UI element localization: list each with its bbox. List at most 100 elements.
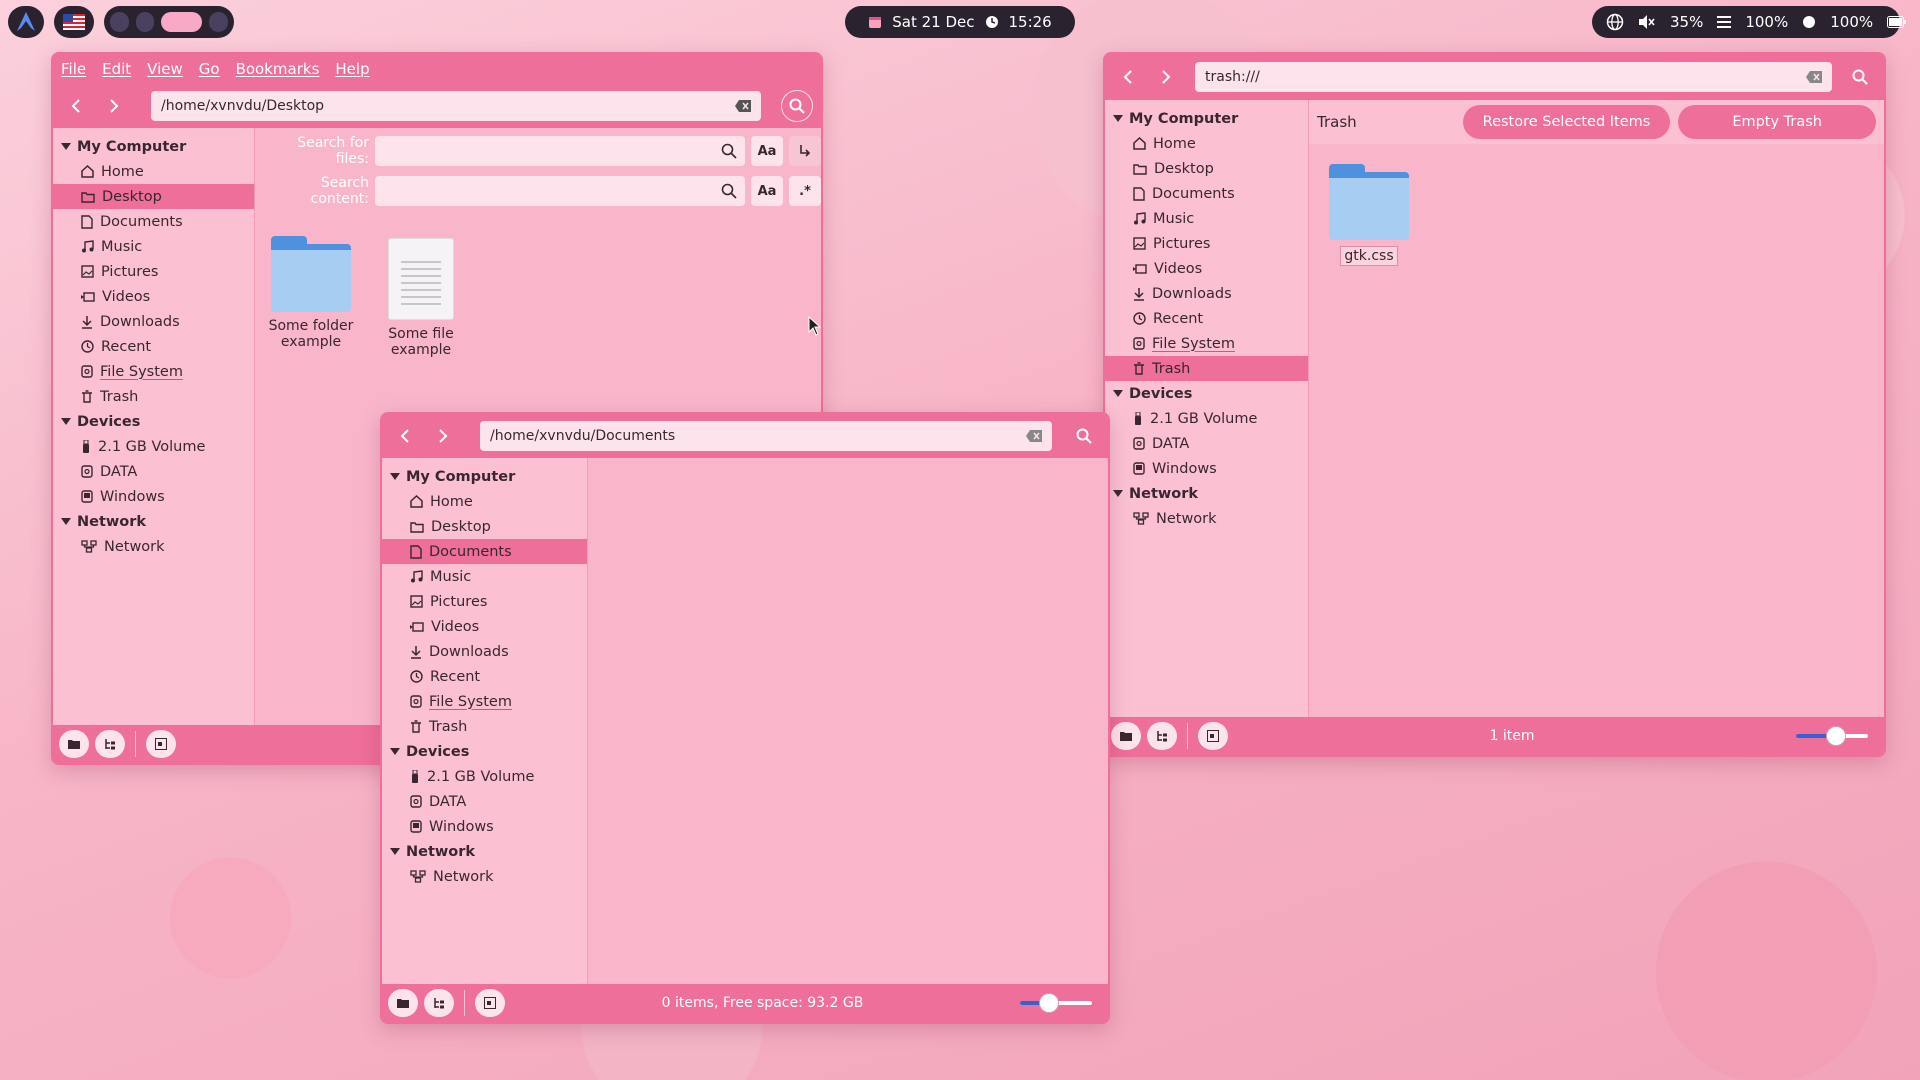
file-item-folder[interactable]: gtk.css bbox=[1319, 162, 1419, 266]
sidebar-item-home[interactable]: Home bbox=[382, 489, 587, 514]
sidebar-section-my-computer[interactable]: My Computer bbox=[53, 134, 254, 159]
file-item-folder[interactable]: Some folder example bbox=[261, 234, 361, 350]
sidebar-item-videos[interactable]: Videos bbox=[1105, 256, 1308, 281]
toggle-sidebar-button[interactable] bbox=[1198, 722, 1228, 750]
sidebar-item-desktop[interactable]: Desktop bbox=[53, 184, 254, 209]
sidebar-section-devices[interactable]: Devices bbox=[1105, 381, 1308, 406]
regex-toggle[interactable]: .* bbox=[789, 176, 821, 206]
show-treeview-button[interactable] bbox=[1147, 722, 1177, 750]
toggle-sidebar-button[interactable] bbox=[475, 989, 505, 1017]
sidebar-item-trash[interactable]: Trash bbox=[1105, 356, 1308, 381]
empty-trash-button[interactable]: Empty Trash bbox=[1678, 105, 1876, 139]
sidebar-item-recent[interactable]: Recent bbox=[382, 664, 587, 689]
sidebar-section-network[interactable]: Network bbox=[1105, 481, 1308, 506]
clear-location-icon[interactable] bbox=[735, 100, 751, 112]
sidebar-item-downloads[interactable]: Downloads bbox=[1105, 281, 1308, 306]
keyboard-layout-indicator[interactable] bbox=[54, 6, 94, 38]
location-field[interactable]: /home/xvnvdu/Documents bbox=[480, 421, 1052, 451]
sidebar-item-desktop[interactable]: Desktop bbox=[1105, 156, 1308, 181]
menu-help[interactable]: Help bbox=[335, 60, 369, 78]
search-files-input[interactable] bbox=[375, 136, 745, 166]
search-toggle-button[interactable] bbox=[1844, 61, 1876, 93]
back-button[interactable] bbox=[390, 421, 420, 451]
sidebar-section-devices[interactable]: Devices bbox=[382, 739, 587, 764]
sidebar-item-volume[interactable]: 2.1 GB Volume bbox=[1105, 406, 1308, 431]
sidebar-item-data[interactable]: DATA bbox=[382, 789, 587, 814]
search-content-input[interactable] bbox=[375, 176, 745, 206]
file-item-file[interactable]: Some file example bbox=[371, 238, 471, 358]
sidebar-item-network[interactable]: Network bbox=[53, 534, 254, 559]
recursive-search-toggle[interactable] bbox=[789, 136, 821, 166]
workspace-1[interactable] bbox=[110, 12, 129, 32]
zoom-slider[interactable] bbox=[1020, 993, 1092, 1013]
sidebar-item-data[interactable]: DATA bbox=[1105, 431, 1308, 456]
menu-edit[interactable]: Edit bbox=[102, 60, 131, 78]
zoom-slider[interactable] bbox=[1796, 726, 1868, 746]
sidebar-item-filesystem[interactable]: File System bbox=[1105, 331, 1308, 356]
show-treeview-button[interactable] bbox=[424, 989, 454, 1017]
forward-button[interactable] bbox=[1151, 62, 1181, 92]
back-button[interactable] bbox=[1113, 62, 1143, 92]
sidebar-section-network[interactable]: Network bbox=[53, 509, 254, 534]
brightness-icon[interactable] bbox=[1717, 16, 1732, 28]
forward-button[interactable] bbox=[428, 421, 458, 451]
zoom-slider-knob[interactable] bbox=[1038, 993, 1059, 1013]
sidebar-item-pictures[interactable]: Pictures bbox=[53, 259, 254, 284]
workspace-3-active[interactable] bbox=[161, 12, 203, 32]
clock-widget[interactable]: Sat 21 Dec 15:26 bbox=[845, 6, 1075, 38]
sidebar-item-documents[interactable]: Documents bbox=[53, 209, 254, 234]
location-field[interactable]: /home/xvnvdu/Desktop bbox=[151, 91, 761, 121]
sidebar-item-data[interactable]: DATA bbox=[53, 459, 254, 484]
power-profile-icon[interactable] bbox=[1802, 15, 1816, 29]
sidebar-item-downloads[interactable]: Downloads bbox=[53, 309, 254, 334]
sidebar-item-windows[interactable]: Windows bbox=[1105, 456, 1308, 481]
app-launcher-button[interactable] bbox=[8, 6, 44, 38]
sidebar-item-music[interactable]: Music bbox=[382, 564, 587, 589]
search-toggle-button[interactable] bbox=[1068, 420, 1100, 452]
sidebar-item-volume[interactable]: 2.1 GB Volume bbox=[382, 764, 587, 789]
sidebar-item-pictures[interactable]: Pictures bbox=[1105, 231, 1308, 256]
menu-go[interactable]: Go bbox=[199, 60, 220, 78]
sidebar-item-videos[interactable]: Videos bbox=[53, 284, 254, 309]
sidebar-section-my-computer[interactable]: My Computer bbox=[382, 464, 587, 489]
file-view-empty[interactable] bbox=[588, 458, 1108, 984]
sidebar-item-windows[interactable]: Windows bbox=[53, 484, 254, 509]
sidebar-item-music[interactable]: Music bbox=[53, 234, 254, 259]
menu-file[interactable]: File bbox=[61, 60, 86, 78]
sidebar-item-network[interactable]: Network bbox=[382, 864, 587, 889]
sidebar-item-volume[interactable]: 2.1 GB Volume bbox=[53, 434, 254, 459]
show-places-button[interactable] bbox=[59, 730, 89, 758]
sidebar-item-network[interactable]: Network bbox=[1105, 506, 1308, 531]
sidebar-item-documents[interactable]: Documents bbox=[1105, 181, 1308, 206]
sidebar-item-home[interactable]: Home bbox=[1105, 131, 1308, 156]
search-toggle-button[interactable] bbox=[781, 90, 813, 122]
workspace-4[interactable] bbox=[209, 12, 228, 32]
sidebar-item-home[interactable]: Home bbox=[53, 159, 254, 184]
workspace-2[interactable] bbox=[135, 12, 155, 32]
clear-location-icon[interactable] bbox=[1806, 71, 1822, 83]
forward-button[interactable] bbox=[99, 91, 129, 121]
sidebar-item-recent[interactable]: Recent bbox=[1105, 306, 1308, 331]
sidebar-item-videos[interactable]: Videos bbox=[382, 614, 587, 639]
sidebar-item-pictures[interactable]: Pictures bbox=[382, 589, 587, 614]
volume-muted-icon[interactable] bbox=[1638, 14, 1656, 30]
sidebar-item-filesystem[interactable]: File System bbox=[53, 359, 254, 384]
sidebar-item-recent[interactable]: Recent bbox=[53, 334, 254, 359]
sidebar-section-network[interactable]: Network bbox=[382, 839, 587, 864]
toggle-sidebar-button[interactable] bbox=[146, 730, 176, 758]
show-treeview-button[interactable] bbox=[95, 730, 125, 758]
sidebar-section-devices[interactable]: Devices bbox=[53, 409, 254, 434]
location-field[interactable]: trash:/// bbox=[1195, 62, 1832, 92]
sidebar-item-trash[interactable]: Trash bbox=[53, 384, 254, 409]
back-button[interactable] bbox=[61, 91, 91, 121]
sidebar-item-music[interactable]: Music bbox=[1105, 206, 1308, 231]
clear-location-icon[interactable] bbox=[1026, 430, 1042, 442]
battery-icon[interactable] bbox=[1887, 16, 1907, 28]
sidebar-item-downloads[interactable]: Downloads bbox=[382, 639, 587, 664]
case-sensitive-toggle[interactable]: Aa bbox=[751, 176, 783, 206]
sidebar-item-trash[interactable]: Trash bbox=[382, 714, 587, 739]
zoom-slider-knob[interactable] bbox=[1825, 726, 1846, 746]
menu-view[interactable]: View bbox=[147, 60, 183, 78]
sidebar-item-documents[interactable]: Documents bbox=[382, 539, 587, 564]
globe-icon[interactable] bbox=[1606, 13, 1624, 31]
